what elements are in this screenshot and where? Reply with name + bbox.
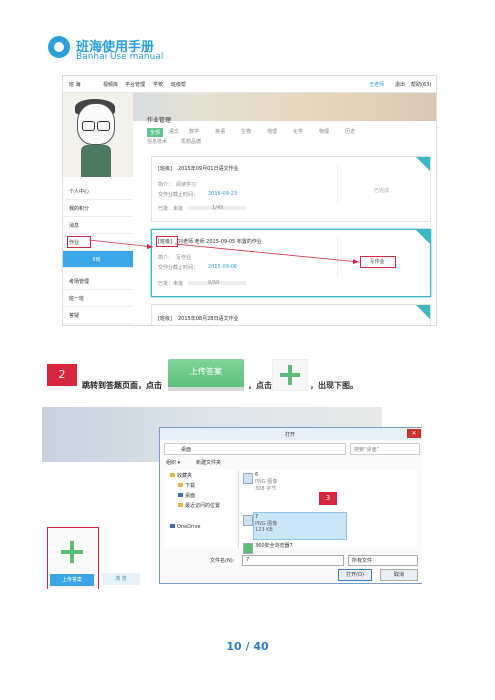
cloud-icon xyxy=(170,524,175,528)
file-list: 6 PNG 图像 308 字节 7 PNG 图像 123 KB 360安全浏览器… xyxy=(238,470,417,554)
open-button[interactable]: 打开(O) xyxy=(338,569,372,581)
folder-icon xyxy=(178,503,183,507)
plus-icon[interactable] xyxy=(272,359,308,391)
star-icon xyxy=(170,473,175,477)
filename-input[interactable]: 7 xyxy=(242,555,344,566)
folder-icon xyxy=(178,483,183,487)
filename-label: 文件名(N): xyxy=(210,558,235,564)
address-bar[interactable]: 桌面 xyxy=(164,443,346,455)
upload-tile-label: 上传答案 xyxy=(50,574,94,586)
upload-answer-button[interactable]: 上传答案 xyxy=(168,359,244,391)
open-dialog-screenshot: 上传答案 浏 览 打开 ✕ 桌面 搜索“桌面” 组织 ▾ 新建文件夹 收藏夹 下… xyxy=(42,407,422,589)
step-text: ，点击 xyxy=(248,381,272,390)
cancel-button[interactable]: 取消 xyxy=(380,569,418,581)
step-number: 3 xyxy=(319,492,337,505)
upload-tile[interactable]: 上传答案 xyxy=(47,527,99,589)
browse-tab[interactable]: 浏 览 xyxy=(102,573,140,585)
app-icon xyxy=(243,543,253,554)
nav-downloads[interactable]: 下载 xyxy=(178,482,195,489)
page-number: 10 / 40 xyxy=(226,640,269,653)
arrow-annotation xyxy=(88,239,360,264)
new-folder-button[interactable]: 新建文件夹 xyxy=(196,459,221,466)
nav-onedrive[interactable]: OneDrive xyxy=(170,524,201,530)
logo-icon xyxy=(48,36,70,58)
dialog-title-bar: 打开 xyxy=(160,428,422,440)
file-item-selected[interactable]: 7 PNG 图像 123 KB xyxy=(243,514,277,533)
filetype-select[interactable]: 所有文件 xyxy=(348,555,418,566)
step-text: ，出现下图。 xyxy=(310,381,358,390)
manual-subtitle: Banhai Use manual xyxy=(76,52,164,62)
file-item[interactable]: 360安全浏览器7 xyxy=(243,542,293,554)
nav-recent[interactable]: 最近访问的位置 xyxy=(178,502,220,509)
file-item[interactable]: 6 PNG 图像 308 字节 xyxy=(243,472,277,492)
homework-screenshot: 班 海 视频库 平台管理 学校 班级帮 王老师 退出 帮助(63) 个人中心 我… xyxy=(62,75,437,326)
nav-desktop[interactable]: 桌面 xyxy=(178,492,195,499)
nav-pane: 收藏夹 下载 桌面 最近访问的位置 OneDrive xyxy=(164,470,236,548)
image-file-icon xyxy=(243,515,253,526)
step-text: 跳转到答题页面，点击 xyxy=(82,381,162,390)
close-icon[interactable]: ✕ xyxy=(407,429,421,438)
image-file-icon xyxy=(243,473,253,484)
desktop-icon xyxy=(178,493,183,497)
step-number: 2 xyxy=(47,364,77,386)
search-input[interactable]: 搜索“桌面” xyxy=(350,443,420,455)
organize-menu[interactable]: 组织 ▾ xyxy=(166,459,180,466)
open-file-dialog: 打开 ✕ 桌面 搜索“桌面” 组织 ▾ 新建文件夹 收藏夹 下载 桌面 最近访问… xyxy=(159,427,422,584)
nav-favorites[interactable]: 收藏夹 xyxy=(170,472,192,479)
